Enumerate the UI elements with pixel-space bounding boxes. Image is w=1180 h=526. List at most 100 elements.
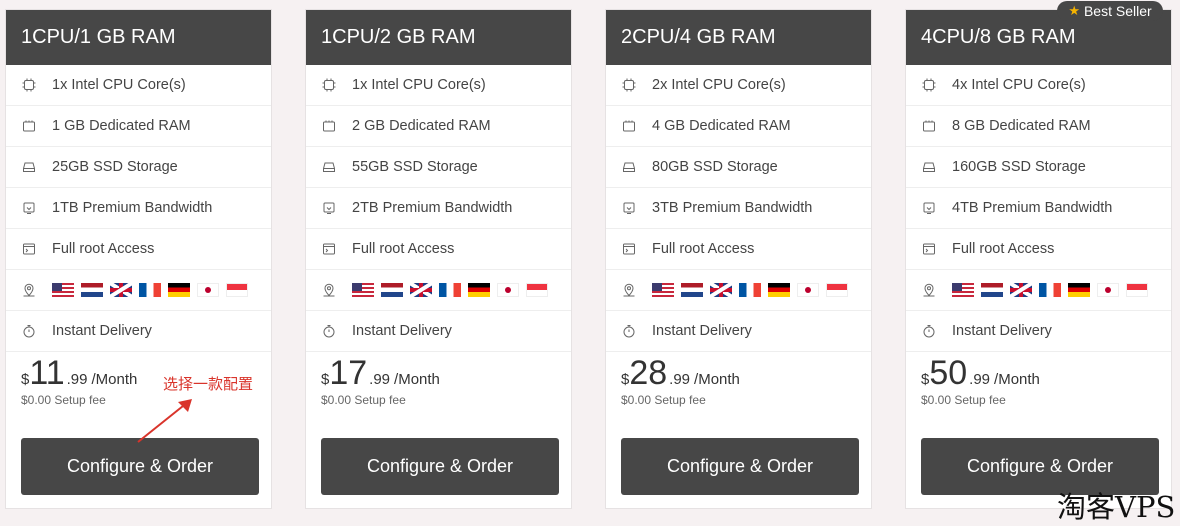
configure-order-button[interactable]: Configure & Order [321, 438, 559, 495]
feature-storage: 80GB SSD Storage [606, 147, 871, 188]
flag-de-icon [768, 283, 790, 297]
feature-text: 80GB SSD Storage [652, 159, 778, 175]
feature-list: 2x Intel CPU Core(s) 4 GB Dedicated RAM … [606, 65, 871, 352]
feature-text: Instant Delivery [652, 323, 752, 339]
flag-jp-icon [197, 283, 219, 297]
feature-text: Full root Access [52, 241, 155, 257]
best-seller-badge: ★ Best Seller [1057, 1, 1163, 21]
feature-storage: 25GB SSD Storage [6, 147, 271, 188]
plan-title: 1CPU/2 GB RAM [306, 10, 571, 65]
flag-jp-icon [797, 283, 819, 297]
bandwidth-icon [622, 201, 636, 215]
feature-text: 3TB Premium Bandwidth [652, 200, 813, 216]
cpu-icon [622, 78, 636, 92]
configure-order-button[interactable]: Configure & Order [621, 438, 859, 495]
flag-jp-icon [497, 283, 519, 297]
price-currency: $ [921, 371, 930, 388]
feature-bandwidth: 3TB Premium Bandwidth [606, 188, 871, 229]
price-period: /Month [994, 371, 1040, 388]
location-flags [652, 283, 848, 297]
feature-text: 8 GB Dedicated RAM [952, 118, 1091, 134]
price-period: /Month [694, 371, 740, 388]
flag-de-icon [168, 283, 190, 297]
location-pin-icon [922, 283, 936, 297]
bandwidth-icon [322, 201, 336, 215]
feature-text: Full root Access [652, 241, 755, 257]
flag-fr-icon [139, 283, 161, 297]
storage-icon [922, 160, 936, 174]
feature-storage: 55GB SSD Storage [306, 147, 571, 188]
feature-root: Full root Access [606, 229, 871, 270]
flag-uk-icon [110, 283, 132, 297]
feature-ram: 1 GB Dedicated RAM [6, 106, 271, 147]
flag-us-icon [652, 283, 674, 297]
feature-text: 4 GB Dedicated RAM [652, 118, 791, 134]
feature-text: 2TB Premium Bandwidth [352, 200, 513, 216]
terminal-icon [322, 242, 336, 256]
feature-text: Full root Access [952, 241, 1055, 257]
plan-title: 1CPU/1 GB RAM [6, 10, 271, 65]
storage-icon [622, 160, 636, 174]
plan-card: 4CPU/8 GB RAM 4x Intel CPU Core(s) 8 GB … [905, 9, 1172, 509]
ram-icon [322, 119, 336, 133]
feature-cpu: 4x Intel CPU Core(s) [906, 65, 1171, 106]
stopwatch-icon [322, 324, 336, 338]
setup-fee: $0.00 Setup fee [921, 393, 1006, 407]
price-period: /Month [394, 371, 440, 388]
feature-text: 55GB SSD Storage [352, 159, 478, 175]
setup-fee: $0.00 Setup fee [621, 393, 706, 407]
feature-text: 1 GB Dedicated RAM [52, 118, 191, 134]
star-icon: ★ [1068, 3, 1080, 18]
feature-locations [906, 270, 1171, 311]
price-block: $ 11 .99 /Month $0.00 Setup fee [21, 355, 137, 407]
feature-text: 25GB SSD Storage [52, 159, 178, 175]
price-currency: $ [621, 371, 630, 388]
flag-uk-icon [1010, 283, 1032, 297]
flag-us-icon [352, 283, 374, 297]
feature-text: 2x Intel CPU Core(s) [652, 77, 786, 93]
feature-list: 4x Intel CPU Core(s) 8 GB Dedicated RAM … [906, 65, 1171, 352]
plan-title: 2CPU/4 GB RAM [606, 10, 871, 65]
terminal-icon [22, 242, 36, 256]
cpu-icon [22, 78, 36, 92]
cpu-icon [922, 78, 936, 92]
feature-text: 1x Intel CPU Core(s) [52, 77, 186, 93]
feature-text: Instant Delivery [952, 323, 1052, 339]
price-amount: 17 [329, 354, 368, 392]
feature-bandwidth: 4TB Premium Bandwidth [906, 188, 1171, 229]
price-block: $ 50 .99 /Month $0.00 Setup fee [921, 355, 1040, 407]
flag-uk-icon [710, 283, 732, 297]
price-amount: 50 [929, 354, 968, 392]
price-period: /Month [91, 371, 138, 388]
feature-cpu: 2x Intel CPU Core(s) [606, 65, 871, 106]
price-currency: $ [21, 371, 30, 388]
feature-list: 1x Intel CPU Core(s) 1 GB Dedicated RAM … [6, 65, 271, 352]
bandwidth-icon [922, 201, 936, 215]
feature-root: Full root Access [6, 229, 271, 270]
price-block: $ 28 .99 /Month $0.00 Setup fee [621, 355, 740, 407]
flag-us-icon [952, 283, 974, 297]
feature-text: 4x Intel CPU Core(s) [952, 77, 1086, 93]
storage-icon [322, 160, 336, 174]
price-amount: 11 [29, 354, 65, 392]
feature-locations [306, 270, 571, 311]
flag-nl-icon [381, 283, 403, 297]
flag-sg-icon [226, 283, 248, 297]
feature-delivery: Instant Delivery [306, 311, 571, 352]
flag-fr-icon [1039, 283, 1061, 297]
feature-list: 1x Intel CPU Core(s) 2 GB Dedicated RAM … [306, 65, 571, 352]
feature-ram: 8 GB Dedicated RAM [906, 106, 1171, 147]
feature-bandwidth: 2TB Premium Bandwidth [306, 188, 571, 229]
flag-sg-icon [526, 283, 548, 297]
feature-text: 160GB SSD Storage [952, 159, 1086, 175]
configure-order-button[interactable]: Configure & Order [21, 438, 259, 495]
price-cents: .99 [369, 371, 391, 388]
terminal-icon [622, 242, 636, 256]
stopwatch-icon [622, 324, 636, 338]
flag-nl-icon [981, 283, 1003, 297]
feature-locations [6, 270, 271, 311]
feature-ram: 2 GB Dedicated RAM [306, 106, 571, 147]
feature-delivery: Instant Delivery [906, 311, 1171, 352]
feature-text: 1TB Premium Bandwidth [52, 200, 213, 216]
feature-root: Full root Access [906, 229, 1171, 270]
